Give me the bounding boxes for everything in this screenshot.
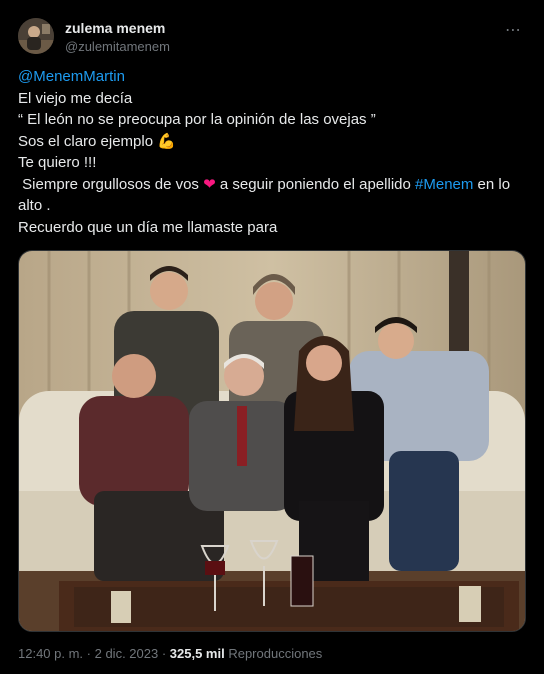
more-options-icon[interactable]: ⋯ — [505, 20, 522, 40]
tweet-line-2: “ El león no se preocupa por la opinión … — [18, 111, 376, 128]
avatar[interactable] — [18, 18, 54, 54]
tweet-line-4: Te quiero !!! — [18, 154, 97, 171]
author-handle[interactable]: @zulemitamenem — [65, 39, 170, 54]
meta-separator: · — [83, 646, 95, 661]
group-photo-image — [19, 251, 525, 631]
hashtag-link[interactable]: #Menem — [415, 176, 473, 193]
flexed-biceps-icon: 💪 — [157, 132, 176, 150]
tweet-date[interactable]: 2 dic. 2023 — [95, 646, 159, 661]
tweet-photo[interactable] — [18, 250, 526, 632]
tweet-line-3: Sos el claro ejemplo — [18, 132, 158, 150]
tweet-text: @MenemMartin El viejo me decía “ El león… — [18, 66, 526, 238]
tweet-meta: 12:40 p. m. · 2 dic. 2023 · 325,5 mil Re… — [18, 646, 322, 661]
tweet-line-6: Recuerdo que un día me llamaste para — [18, 218, 278, 236]
tweet-line-1: El viejo me decía — [18, 89, 133, 107]
tweet-line-5b: a seguir poniendo el apellido — [215, 175, 416, 193]
tweet-header: zulema menem @zulemitamenem ⋯ — [18, 18, 526, 58]
meta-separator-2: · — [158, 646, 170, 661]
views-count: 325,5 mil — [169, 646, 225, 661]
mention-link[interactable]: @MenemMartin — [18, 68, 125, 85]
tweet-line-5a: Siempre orgullosos de vos — [18, 175, 204, 193]
views-label: Reproducciones — [224, 646, 323, 661]
red-heart-icon: ❤ — [203, 175, 216, 193]
author-name[interactable]: zulema menem — [65, 20, 165, 36]
tweet-time[interactable]: 12:40 p. m. — [18, 646, 83, 661]
